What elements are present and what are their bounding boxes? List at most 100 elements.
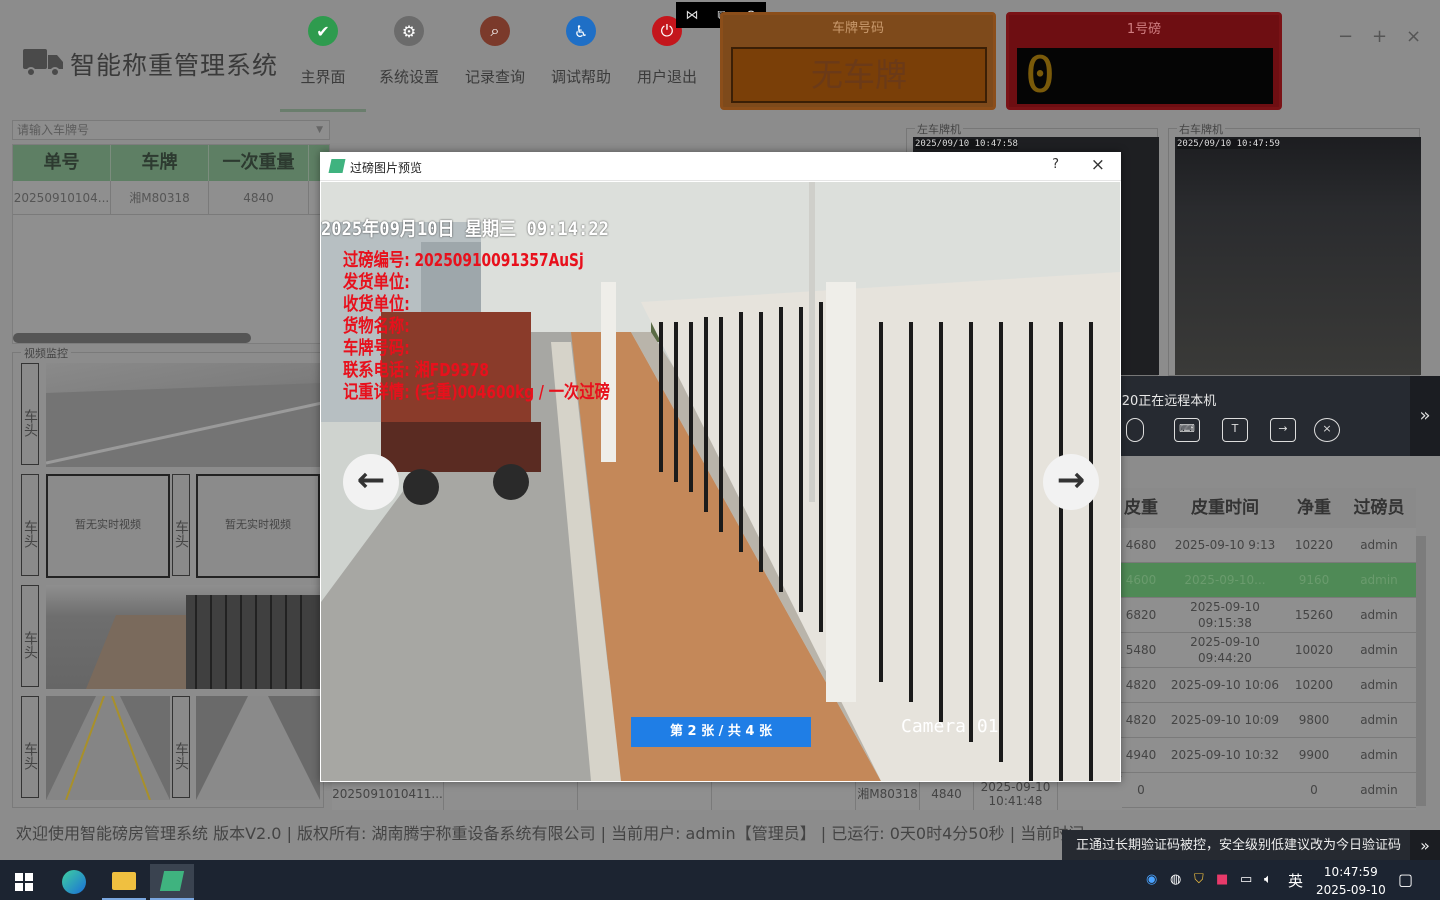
- maximize-button[interactable]: +: [1372, 26, 1387, 47]
- network-app-icon[interactable]: ◉: [1146, 872, 1157, 887]
- clock-time: 10:47:59: [1323, 865, 1378, 879]
- column-header[interactable]: 车牌: [111, 145, 209, 181]
- start-button[interactable]: [2, 864, 46, 900]
- camera-side-label: 车头: [21, 363, 39, 465]
- truck-logo-icon: [23, 49, 63, 77]
- app-title: 智能称重管理系统: [70, 51, 279, 80]
- previous-image-button[interactable]: ←: [343, 454, 399, 510]
- clock-date: 2025-09-10: [1316, 883, 1386, 897]
- camera-placeholder[interactable]: 暂无实时视频: [46, 474, 170, 578]
- column-header[interactable]: 皮重时间: [1164, 488, 1286, 528]
- table-cell: 10200: [1294, 678, 1334, 692]
- microphone-icon[interactable]: [1126, 418, 1144, 442]
- camera-feed[interactable]: [46, 696, 170, 800]
- table-row[interactable]: 4940 2025-09-10 10:32 9900 admin: [1118, 738, 1416, 773]
- camera-feed[interactable]: [46, 585, 322, 689]
- close-button[interactable]: ×: [1406, 26, 1421, 47]
- photo-datetime: 2025年09月10日 星期三 09:14:22: [321, 218, 609, 240]
- edge-browser-icon[interactable]: [52, 864, 96, 900]
- left-camera-label: 左车牌机: [915, 121, 963, 137]
- nav-label: 主界面: [300, 68, 346, 86]
- app-icon: [328, 159, 346, 173]
- table-row[interactable]: 4820 2025-09-10 10:06 10200 admin: [1118, 668, 1416, 703]
- collapse-icon[interactable]: ⋈: [685, 8, 698, 23]
- plate-panel-title: 车牌号码: [831, 21, 884, 36]
- camera-feed[interactable]: [46, 363, 322, 467]
- column-header[interactable]: 过磅员: [1342, 488, 1416, 528]
- table-cell: 10220: [1294, 538, 1334, 552]
- nav-label: 调试帮助: [550, 68, 611, 86]
- keyboard-icon[interactable]: ⌨: [1174, 418, 1200, 442]
- camera-placeholder[interactable]: 暂无实时视频: [196, 474, 320, 578]
- dialog-title: 过磅图片预览: [350, 161, 423, 175]
- camera-feed[interactable]: [196, 696, 320, 800]
- chevron-down-icon[interactable]: ▼: [316, 121, 323, 139]
- image-preview-dialog: 过磅图片预览 ? × 2025年09月10日 星期三 09:14:22 过磅编号…: [320, 152, 1121, 782]
- table-cell: 2025-09-10 10:09: [1170, 713, 1280, 727]
- overlay-line: 记重详情: (毛重)004600kg / 一次过磅: [343, 382, 610, 403]
- nav-label: 系统设置: [378, 68, 439, 86]
- table-cell: 2025-09-10 09:44:20: [1190, 635, 1260, 665]
- network-icon[interactable]: ▭: [1240, 872, 1252, 887]
- right-camera-feed[interactable]: 2025/09/10 10:47:59: [1175, 137, 1421, 375]
- table-cell: 20250910104...: [13, 181, 111, 214]
- nav-help[interactable]: ♿ 调试帮助: [538, 16, 624, 112]
- file-transfer-icon[interactable]: →: [1270, 418, 1296, 442]
- table-cell: admin: [1360, 783, 1398, 797]
- column-header[interactable]: 皮重: [1118, 488, 1164, 528]
- weighing-app-icon[interactable]: [150, 864, 194, 900]
- help-button[interactable]: ?: [1052, 157, 1059, 172]
- camera-side-label: 车头: [172, 696, 190, 798]
- table-row[interactable]: 5480 2025-09-10 09:44:20 10020 admin: [1118, 633, 1416, 668]
- file-explorer-icon[interactable]: [102, 864, 146, 900]
- table-header: 单号 车牌 一次重量: [13, 145, 329, 181]
- scale-weight-display: 0: [1017, 48, 1273, 104]
- table-row[interactable]: 6820 2025-09-10 09:15:38 15260 admin: [1118, 598, 1416, 633]
- nav-main[interactable]: ✔ 主界面: [280, 16, 366, 112]
- video-monitor-group: 视频监控 车头 车头 暂无实时视频 车头 暂无实时视频 车头 车头 车头: [12, 345, 324, 808]
- expand-icon[interactable]: »: [1410, 830, 1440, 862]
- app-tray-icon[interactable]: ■: [1216, 872, 1228, 887]
- windows-icon: [15, 873, 33, 891]
- shield-tray-icon[interactable]: ⛉: [1194, 872, 1204, 887]
- nav-settings[interactable]: ⚙ 系统设置: [366, 16, 452, 112]
- notification-icon[interactable]: ▢: [1398, 870, 1413, 889]
- remote-app-icon[interactable]: ◍: [1170, 872, 1181, 887]
- minimize-button[interactable]: −: [1338, 26, 1353, 47]
- gear-icon: ⚙: [394, 16, 424, 46]
- camera-side-label: 车头: [172, 474, 190, 576]
- table-cell: admin: [1360, 643, 1398, 657]
- table-cell: 2025-09-10 10:32: [1170, 748, 1280, 762]
- column-header[interactable]: 一次重量: [209, 145, 309, 181]
- table-cell: admin: [1360, 713, 1398, 727]
- video-group-label: 视频监控: [21, 345, 71, 361]
- column-header[interactable]: 单号: [13, 145, 111, 181]
- plate-search-input[interactable]: 请输入车牌号 ▼: [12, 120, 330, 140]
- table-cell: admin: [1360, 608, 1398, 622]
- table-cell: 10020: [1294, 643, 1334, 657]
- clock[interactable]: 10:47:59 2025-09-10: [1316, 863, 1386, 899]
- disconnect-icon[interactable]: ×: [1314, 418, 1340, 442]
- nav-records[interactable]: ⌕ 记录查询: [452, 16, 538, 112]
- table-row[interactable]: 4680 2025-09-10 9:13 10220 admin: [1118, 528, 1416, 563]
- volume-icon[interactable]: 🔈︎: [1264, 872, 1272, 887]
- table-cell: 9160: [1298, 573, 1330, 587]
- ime-indicator[interactable]: 英: [1288, 870, 1303, 891]
- table-row[interactable]: 0 0 admin: [1118, 773, 1416, 808]
- table-cell: 4680: [1125, 538, 1157, 552]
- plate-search-placeholder: 请输入车牌号: [17, 123, 90, 137]
- table-row[interactable]: 4820 2025-09-10 10:09 9800 admin: [1118, 703, 1416, 738]
- vertical-scrollbar[interactable]: [1416, 536, 1426, 806]
- dialog-close-button[interactable]: ×: [1091, 155, 1105, 175]
- table-row[interactable]: 20250910104... 湘M80318 4840: [13, 181, 329, 215]
- notice-text: 正通过长期验证码被控，安全级别低建议改为今日验证码: [1076, 838, 1402, 853]
- column-header[interactable]: 净重: [1286, 488, 1342, 528]
- text-icon[interactable]: T: [1222, 418, 1248, 442]
- table-row[interactable]: 4600 2025-09-10... 9160 admin: [1118, 563, 1416, 598]
- scale-panel-title: 1号磅: [1126, 22, 1162, 37]
- next-image-button[interactable]: →: [1043, 454, 1099, 510]
- horizontal-scrollbar[interactable]: [13, 333, 251, 343]
- nav-logout[interactable]: ⏻ 用户退出: [624, 16, 710, 112]
- table-cell: 2025-09-10 10:06: [1170, 678, 1280, 692]
- expand-icon[interactable]: »: [1410, 376, 1440, 456]
